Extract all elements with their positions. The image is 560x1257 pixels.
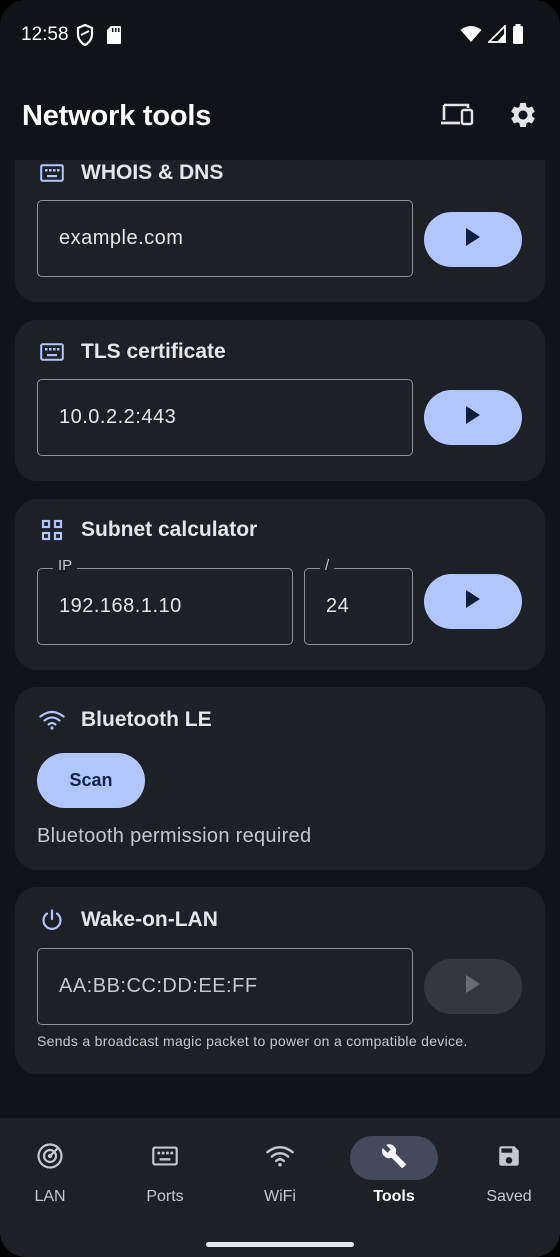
nav-item-saved[interactable]: Saved: [453, 1136, 560, 1216]
whois-run-button[interactable]: [424, 212, 522, 267]
domain-input[interactable]: example.com: [37, 200, 413, 277]
status-bar: 12:58: [0, 0, 560, 70]
home-indicator[interactable]: [206, 1242, 354, 1247]
nav-pill-tools: [350, 1136, 438, 1180]
bluetooth-card-header: Bluetooth LE: [39, 707, 212, 733]
host-port-input[interactable]: 10.0.2.2:443: [37, 379, 413, 456]
radar-icon: [36, 1142, 64, 1175]
play-icon: [465, 590, 481, 613]
tls-card: TLS certificate 10.0.2.2:443: [15, 320, 545, 481]
mac-address-input[interactable]: AA:BB:CC:DD:EE:FF: [37, 948, 413, 1025]
ip-input-label: IP: [53, 557, 78, 574]
wol-send-button[interactable]: [424, 959, 522, 1014]
subnet-run-button[interactable]: [424, 574, 522, 629]
nav-pill-lan: [6, 1136, 94, 1180]
prefix-input-label: /: [320, 557, 335, 574]
bluetooth-status-text: Bluetooth permission required: [37, 825, 312, 847]
tls-card-header: TLS certificate: [39, 339, 226, 365]
prefix-input-value: 24: [326, 595, 350, 617]
nav-label-saved: Saved: [486, 1188, 532, 1205]
phone-screen: 12:58 Network tools WHOIS & DNS example.…: [0, 0, 560, 1257]
wol-card-title: Wake-on-LAN: [81, 908, 218, 931]
wifi-signal-icon: [460, 25, 482, 48]
wrench-icon: [381, 1143, 407, 1174]
app-bar: Network tools: [0, 70, 560, 160]
nav-item-wifi[interactable]: WiFi: [224, 1136, 336, 1216]
keyboard-icon: [39, 160, 65, 186]
tls-run-button[interactable]: [424, 390, 522, 445]
page-title: Network tools: [22, 100, 212, 132]
ip-input-value: 192.168.1.10: [59, 595, 182, 617]
bottom-navigation: LAN Ports WiFi Tools Saved: [0, 1118, 560, 1257]
whois-card-header: WHOIS & DNS: [39, 160, 223, 186]
subnet-card-title: Subnet calculator: [81, 518, 258, 541]
nav-label-lan: LAN: [34, 1188, 66, 1205]
subnet-card: Subnet calculator IP 192.168.1.10 / 24: [15, 499, 545, 670]
nav-pill-wifi: [236, 1136, 324, 1180]
domain-input-value: example.com: [59, 227, 184, 249]
shield-icon: [76, 23, 94, 51]
save-icon: [496, 1143, 522, 1174]
nav-item-lan[interactable]: LAN: [0, 1136, 106, 1216]
nav-item-ports[interactable]: Ports: [109, 1136, 221, 1216]
ip-input[interactable]: IP 192.168.1.10: [37, 557, 293, 645]
wol-card: Wake-on-LAN AA:BB:CC:DD:EE:FF Sends a br…: [15, 887, 545, 1074]
grid-icon: [39, 517, 65, 543]
bluetooth-card: Bluetooth LE Scan Bluetooth permission r…: [15, 687, 545, 870]
wol-card-header: Wake-on-LAN: [39, 907, 218, 933]
subnet-card-header: Subnet calculator: [39, 517, 257, 543]
nav-label-ports: Ports: [146, 1188, 184, 1205]
nav-pill-saved: [465, 1136, 553, 1180]
nav-pill-ports: [121, 1136, 209, 1180]
gear-icon[interactable]: [508, 100, 538, 135]
status-time: 12:58: [21, 24, 69, 45]
play-icon: [465, 975, 481, 998]
power-icon: [39, 907, 65, 933]
wifi-icon: [39, 707, 65, 733]
cell-signal-icon: [486, 23, 506, 48]
tls-card-title: TLS certificate: [81, 340, 226, 363]
nav-item-tools[interactable]: Tools: [338, 1136, 450, 1216]
keyboard-icon: [39, 339, 65, 365]
wifi-icon: [265, 1145, 295, 1172]
play-icon: [465, 406, 481, 429]
battery-icon: [512, 24, 524, 49]
host-port-input-value: 10.0.2.2:443: [59, 406, 177, 428]
mac-address-placeholder: AA:BB:CC:DD:EE:FF: [59, 975, 258, 997]
devices-icon[interactable]: [440, 102, 474, 135]
wol-helper-text: Sends a broadcast magic packet to power …: [37, 1033, 468, 1049]
whois-card-title: WHOIS & DNS: [81, 161, 224, 184]
keyboard-icon: [152, 1145, 178, 1171]
nav-label-wifi: WiFi: [264, 1188, 296, 1205]
scan-button[interactable]: Scan: [37, 753, 145, 808]
nav-label-tools: Tools: [373, 1188, 415, 1205]
prefix-input[interactable]: / 24: [304, 557, 413, 645]
sd-card-icon: [106, 25, 122, 50]
bluetooth-card-title: Bluetooth LE: [81, 708, 212, 731]
play-icon: [465, 228, 481, 251]
